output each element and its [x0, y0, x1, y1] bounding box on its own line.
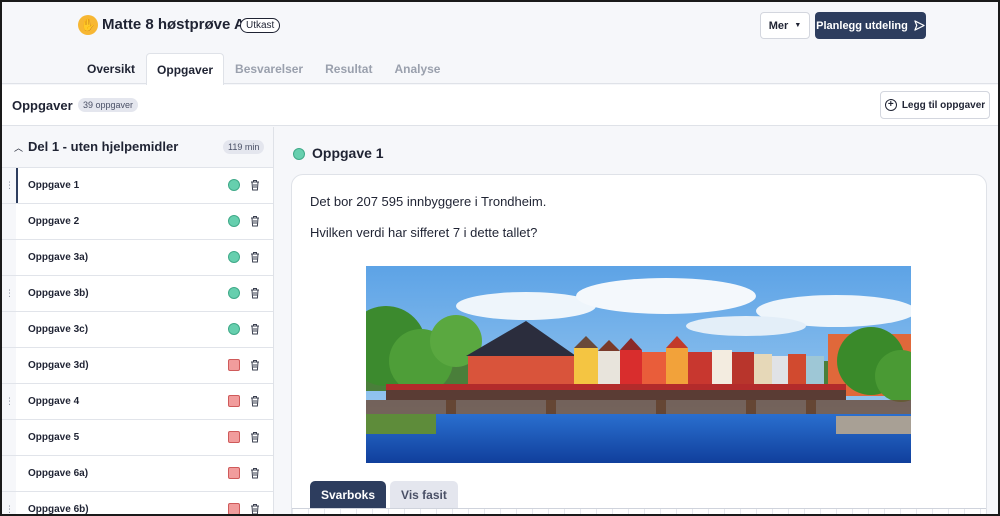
tab-oversikt[interactable]: Oversikt	[76, 53, 146, 84]
task-label: Oppgave 6a)	[28, 468, 89, 479]
tasks-heading: Oppgaver	[12, 98, 73, 113]
task-sidebar: ︿ Del 1 - uten hjelpemidler 119 min ⋮⋮ Op…	[2, 127, 274, 515]
task-label: Oppgave 3a)	[28, 252, 89, 263]
question-text: Det bor 207 595 innbyggere i Trondheim.	[310, 194, 547, 209]
task-row[interactable]: ⋮⋮ Oppgave 3b)	[2, 275, 273, 311]
status-done-icon	[228, 287, 240, 299]
caret-down-icon: ▼	[794, 22, 802, 29]
status-badge: Utkast	[240, 18, 281, 33]
question-text: Hvilken verdi har sifferet 7 i dette tal…	[310, 225, 538, 240]
tab-vis-fasit[interactable]: Vis fasit	[390, 481, 458, 508]
tab-svarboks[interactable]: Svarboks	[310, 481, 387, 508]
status-done-icon	[293, 148, 305, 160]
trash-icon[interactable]	[250, 467, 260, 479]
trash-icon[interactable]	[250, 179, 260, 191]
chevron-up-icon[interactable]: ︿	[14, 141, 23, 154]
status-done-icon	[228, 215, 240, 227]
status-todo-icon	[228, 503, 240, 514]
trash-icon[interactable]	[250, 287, 260, 299]
trash-icon[interactable]	[250, 503, 260, 515]
task-row[interactable]: Oppgave 3d)	[2, 347, 273, 383]
section-title: Del 1 - uten hjelpemidler	[28, 139, 179, 154]
task-row[interactable]: ⋮⋮ Oppgave 1	[2, 167, 273, 203]
status-todo-icon	[228, 467, 240, 479]
tab-bar: Oversikt Oppgaver Besvarelser Resultat A…	[76, 53, 451, 85]
task-row[interactable]: Oppgave 3a)	[2, 239, 273, 275]
task-row[interactable]: Oppgave 5	[2, 419, 273, 455]
tab-analyse[interactable]: Analyse	[383, 53, 451, 84]
task-label: Oppgave 1	[28, 180, 80, 191]
section-header[interactable]: ︿ Del 1 - uten hjelpemidler 119 min	[2, 127, 273, 167]
more-button[interactable]: Mer ▼	[760, 12, 810, 39]
top-header: ✋ Matte 8 høstprøve A Utkast Mer ▼ Planl…	[2, 2, 998, 85]
task-label: Oppgave 3b)	[28, 288, 89, 299]
task-title: Oppgave 1	[312, 145, 384, 161]
task-count-badge: 39 oppgaver	[78, 98, 139, 112]
task-label: Oppgave 4	[28, 396, 80, 407]
question-card: Det bor 207 595 innbyggere i Trondheim. …	[291, 174, 987, 514]
trash-icon[interactable]	[250, 323, 260, 335]
add-tasks-label: Legg til oppgaver	[901, 99, 986, 111]
tab-oppgaver[interactable]: Oppgaver	[146, 53, 225, 85]
status-done-icon	[228, 323, 240, 335]
status-done-icon	[228, 251, 240, 263]
task-label: Oppgave 3c)	[28, 324, 89, 335]
status-todo-icon	[228, 395, 240, 407]
task-row[interactable]: Oppgave 3c)	[2, 311, 273, 347]
task-row[interactable]: ⋮⋮ Oppgave 6b)	[2, 491, 273, 515]
answer-tabs: Svarboks Vis fasit	[310, 481, 458, 508]
document-title: Matte 8 høstprøve A	[102, 16, 245, 33]
tasks-subheader: Oppgaver 39 oppgaver + Legg til oppgaver	[2, 85, 998, 126]
trondheim-photo	[366, 266, 911, 463]
status-todo-icon	[228, 359, 240, 371]
add-tasks-button[interactable]: + Legg til oppgaver	[880, 91, 990, 119]
status-todo-icon	[228, 431, 240, 443]
task-list: ⋮⋮ Oppgave 1 Oppgave 2 Oppgave 3a) ⋮⋮ Oppgave…	[2, 167, 273, 515]
app-window: ✋ Matte 8 høstprøve A Utkast Mer ▼ Planl…	[0, 0, 1000, 516]
tab-resultat[interactable]: Resultat	[314, 53, 383, 84]
tab-besvarelser[interactable]: Besvarelser	[224, 53, 314, 84]
plus-circle-icon: +	[884, 99, 897, 111]
trash-icon[interactable]	[250, 431, 260, 443]
section-time-badge: 119 min	[223, 140, 265, 154]
send-icon	[914, 20, 925, 31]
plan-distribution-button[interactable]: Planlegg utdeling	[815, 12, 926, 39]
trash-icon[interactable]	[250, 251, 260, 263]
task-row[interactable]: Oppgave 6a)	[2, 455, 273, 491]
more-button-label: Mer	[768, 19, 789, 32]
task-label: Oppgave 6b)	[28, 504, 89, 515]
trash-icon[interactable]	[250, 359, 260, 371]
status-done-icon	[228, 179, 240, 191]
plan-button-label: Planlegg utdeling	[816, 19, 908, 32]
task-detail: Oppgave 1 Det bor 207 595 innbyggere i T…	[275, 127, 998, 514]
trash-icon[interactable]	[250, 215, 260, 227]
task-label: Oppgave 3d)	[28, 360, 89, 371]
task-row[interactable]: ⋮⋮ Oppgave 4	[2, 383, 273, 419]
app-logo-icon: ✋	[78, 15, 98, 35]
trash-icon[interactable]	[250, 395, 260, 407]
task-label: Oppgave 5	[28, 432, 80, 443]
task-row[interactable]: Oppgave 2	[2, 203, 273, 239]
answer-box[interactable]	[292, 508, 986, 514]
task-label: Oppgave 2	[28, 216, 80, 227]
